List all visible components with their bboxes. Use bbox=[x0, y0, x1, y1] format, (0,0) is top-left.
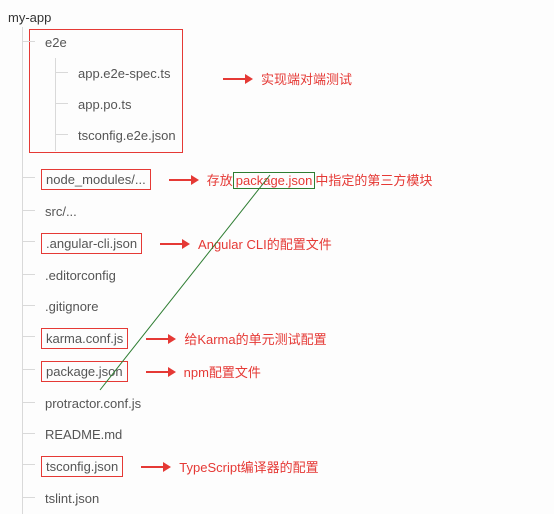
ann-prefix: 存放 bbox=[207, 173, 233, 188]
arrow-icon bbox=[141, 460, 171, 474]
annotation-angular-cli: Angular CLI的配置文件 bbox=[160, 234, 332, 253]
file-label-angular-cli: .angular-cli.json bbox=[41, 233, 142, 254]
root-children: e2e app.e2e-spec.ts app.po.ts tsconfig.e… bbox=[22, 27, 546, 514]
ann-link-package-json: package.json bbox=[233, 172, 316, 189]
annotation-text: 存放package.json中指定的第三方模块 bbox=[207, 170, 433, 189]
tree-item-protractor: protractor.conf.js bbox=[23, 388, 546, 419]
tree-item-editorconfig: .editorconfig bbox=[23, 260, 546, 291]
tree-item-karma: karma.conf.js 给Karma的单元测试配置 bbox=[23, 322, 546, 355]
folder-label-node-modules: node_modules/... bbox=[41, 169, 151, 190]
file-label: tsconfig.e2e.json bbox=[74, 126, 180, 145]
arrow-icon bbox=[223, 72, 253, 86]
ann-suffix: 中指定的第三方模块 bbox=[315, 173, 432, 188]
e2e-group: e2e app.e2e-spec.ts app.po.ts tsconfig.e… bbox=[23, 27, 546, 151]
file-label-tsconfig: tsconfig.json bbox=[41, 456, 123, 477]
tree-item-e2e-file-2: tsconfig.e2e.json bbox=[56, 120, 546, 151]
tree-item-tsconfig: tsconfig.json TypeScript编译器的配置 bbox=[23, 450, 546, 483]
tree-item-tslint: tslint.json bbox=[23, 483, 546, 514]
arrow-icon bbox=[146, 365, 176, 379]
annotation-e2e: 实现端对端测试 bbox=[223, 69, 352, 88]
file-label-package: package.json bbox=[41, 361, 128, 382]
tree-item-package: package.json npm配置文件 bbox=[23, 355, 546, 388]
annotation-node-modules: 存放package.json中指定的第三方模块 bbox=[169, 170, 433, 189]
file-tree: my-app e2e app.e2e-spec.ts app.po.ts tsc… bbox=[8, 8, 546, 514]
annotation-text: TypeScript编译器的配置 bbox=[179, 457, 318, 476]
file-label-protractor: protractor.conf.js bbox=[41, 394, 145, 413]
folder-label-e2e: e2e bbox=[41, 33, 71, 52]
file-label: app.po.ts bbox=[74, 95, 136, 114]
tree-item-readme: README.md bbox=[23, 419, 546, 450]
tree-item-gitignore: .gitignore bbox=[23, 291, 546, 322]
file-label: app.e2e-spec.ts bbox=[74, 64, 175, 83]
arrow-icon bbox=[146, 332, 176, 346]
arrow-icon bbox=[169, 173, 199, 187]
tree-item-e2e-file-1: app.po.ts bbox=[56, 89, 546, 120]
tree-item-src: src/... bbox=[23, 196, 546, 227]
annotation-karma: 给Karma的单元测试配置 bbox=[146, 329, 326, 348]
annotation-text: 给Karma的单元测试配置 bbox=[184, 329, 326, 348]
folder-label-src: src/... bbox=[41, 202, 81, 221]
annotation-package: npm配置文件 bbox=[146, 362, 261, 381]
file-label-karma: karma.conf.js bbox=[41, 328, 128, 349]
annotation-text: npm配置文件 bbox=[184, 362, 261, 381]
file-label-gitignore: .gitignore bbox=[41, 297, 102, 316]
tree-item-e2e: e2e bbox=[23, 27, 546, 58]
annotation-tsconfig: TypeScript编译器的配置 bbox=[141, 457, 318, 476]
file-label-editorconfig: .editorconfig bbox=[41, 266, 120, 285]
annotation-text: Angular CLI的配置文件 bbox=[198, 234, 332, 253]
arrow-icon bbox=[160, 237, 190, 251]
annotation-text: 实现端对端测试 bbox=[261, 69, 352, 88]
root-folder-label: my-app bbox=[8, 8, 546, 27]
tree-item-angular-cli: .angular-cli.json Angular CLI的配置文件 bbox=[23, 227, 546, 260]
tree-item-node-modules: node_modules/... 存放package.json中指定的第三方模块 bbox=[23, 163, 546, 196]
file-label-tslint: tslint.json bbox=[41, 489, 103, 508]
file-label-readme: README.md bbox=[41, 425, 126, 444]
